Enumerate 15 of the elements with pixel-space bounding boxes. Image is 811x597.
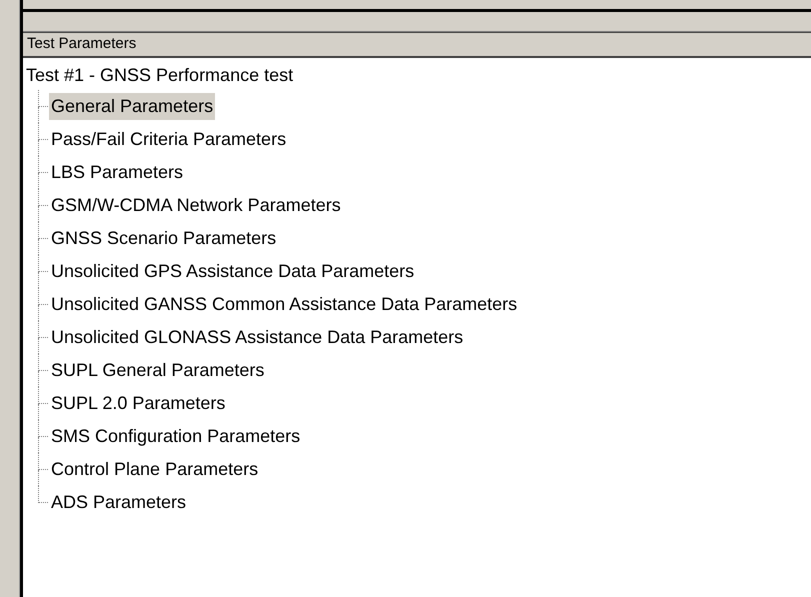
tree-item[interactable]: SUPL General Parameters (49, 357, 266, 384)
tree-item[interactable]: General Parameters (49, 93, 216, 120)
tree-item[interactable]: Unsolicited GPS Assistance Data Parameters (49, 258, 416, 285)
tree-item[interactable]: Control Plane Parameters (49, 456, 260, 483)
tree-item[interactable]: Unsolicited GLONASS Assistance Data Parameters (49, 324, 466, 351)
tree-item[interactable]: ADS Parameters (49, 489, 188, 516)
tree-item[interactable]: GSM/W-CDMA Network Parameters (49, 192, 343, 219)
tree-item[interactable]: GNSS Scenario Parameters (49, 225, 278, 252)
tree-item[interactable]: Unsolicited GANSS Common Assistance Data Parameters (49, 291, 520, 318)
tree-root-label[interactable]: Test #1 - GNSS Performance test (26, 60, 294, 90)
tree-item[interactable]: SMS Configuration Parameters (49, 423, 302, 450)
panel-title: Test Parameters (27, 34, 136, 54)
tree-item[interactable]: SUPL 2.0 Parameters (49, 390, 228, 417)
tree-item[interactable]: LBS Parameters (49, 159, 186, 186)
tree-item[interactable]: Pass/Fail Criteria Parameters (49, 126, 288, 153)
